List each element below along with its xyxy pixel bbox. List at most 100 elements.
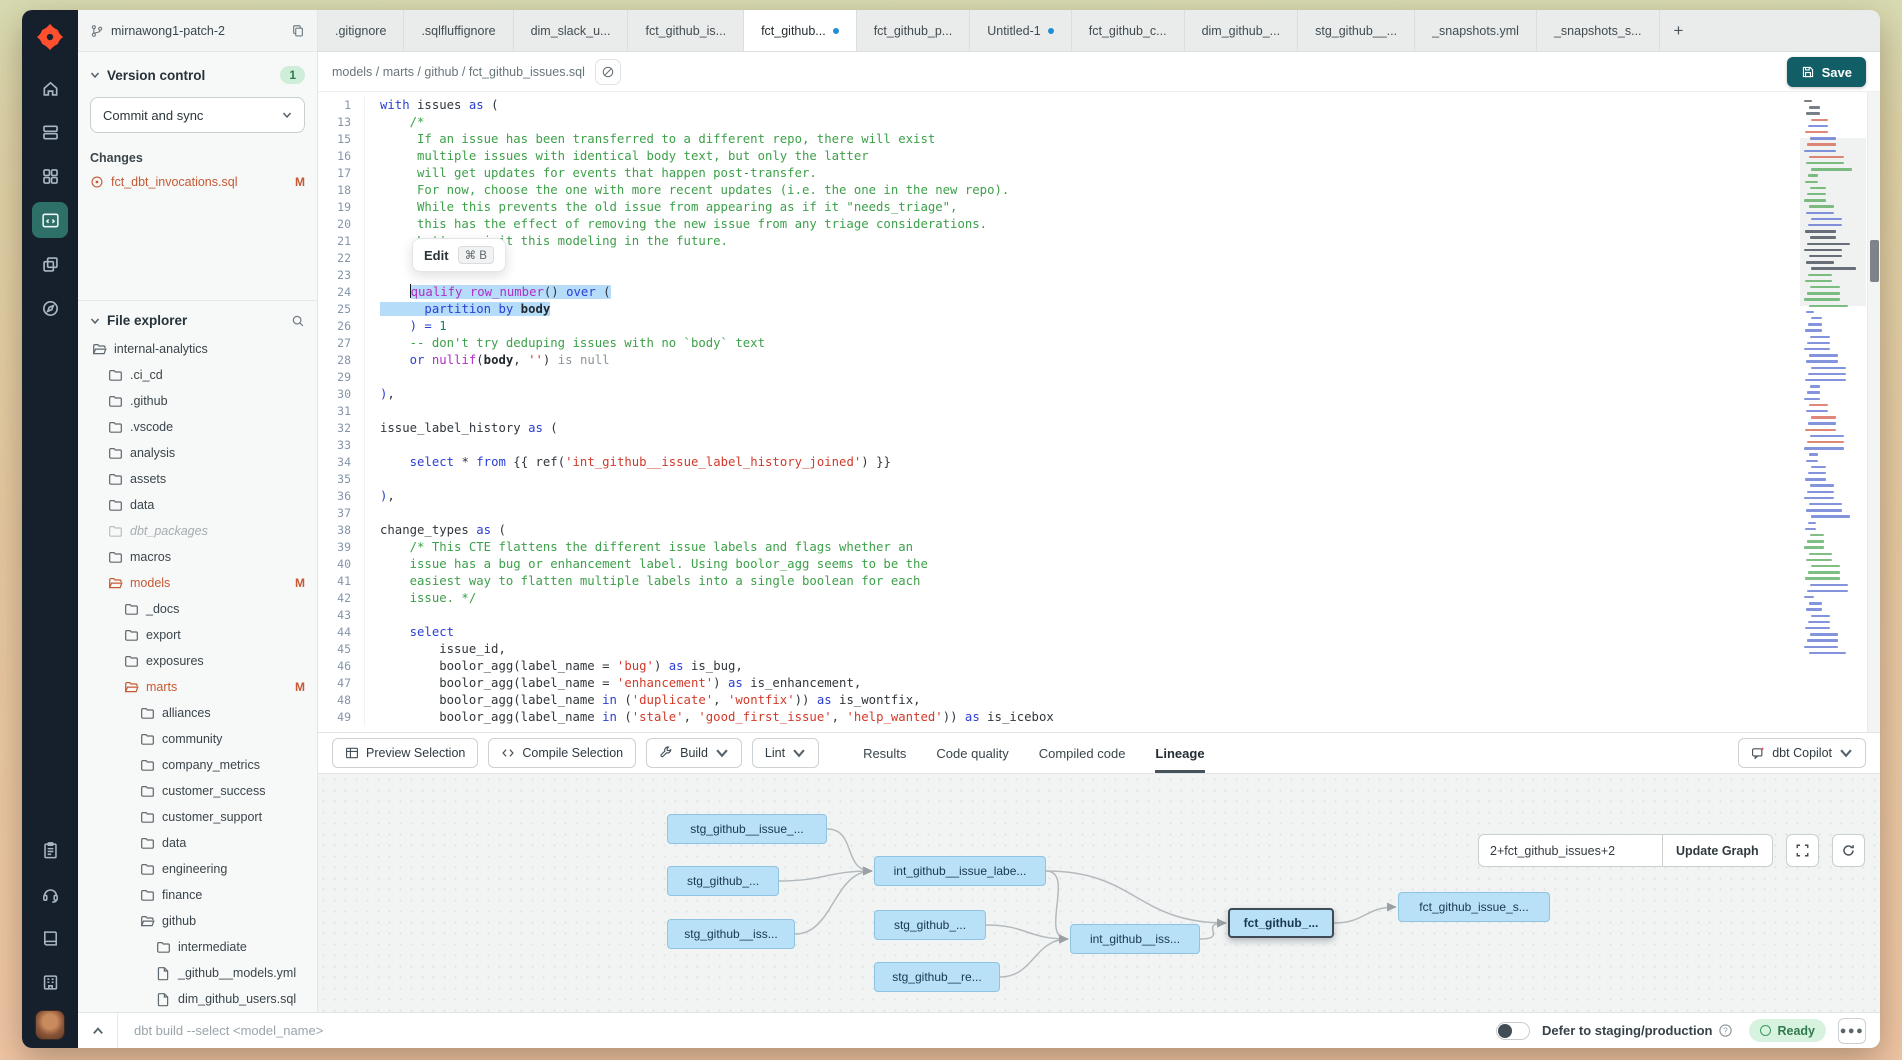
code-line[interactable]: 49 boolor_agg(label_name in ('stale', 'g… — [318, 709, 1788, 726]
file-tree-item[interactable]: community — [90, 726, 305, 752]
code-line[interactable]: 46 boolor_agg(label_name = 'bug') as is_… — [318, 658, 1788, 675]
changed-file-row[interactable]: fct_dbt_invocations.sql M — [90, 175, 305, 189]
code-line[interactable]: 35 — [318, 471, 1788, 488]
projects-icon[interactable] — [32, 246, 68, 282]
editor-tab[interactable]: stg_github__... — [1298, 10, 1415, 51]
code-line[interactable]: 30), — [318, 386, 1788, 403]
file-tree-item[interactable]: exposures — [90, 648, 305, 674]
lineage-node[interactable]: fct_github_... — [1228, 908, 1334, 938]
home-icon[interactable] — [32, 70, 68, 106]
code-line[interactable]: 39 /* This CTE flattens the different is… — [318, 539, 1788, 556]
lineage-node[interactable]: int_github__iss... — [1070, 924, 1200, 954]
editor-tab[interactable]: .sqlfluffignore — [404, 10, 513, 51]
code-line[interactable]: 22 — [318, 250, 1788, 267]
dbt-copilot-button[interactable]: dbt Copilot — [1738, 738, 1866, 768]
lineage-node[interactable]: stg_github__re... — [874, 962, 1000, 992]
code-line[interactable]: 28 or nullif(body, '') is null — [318, 352, 1788, 369]
lineage-node[interactable]: fct_github_issue_s... — [1398, 892, 1550, 922]
editor-tab[interactable]: dim_slack_u... — [514, 10, 629, 51]
defer-toggle[interactable] — [1496, 1022, 1530, 1040]
file-tree-item[interactable]: data — [90, 830, 305, 856]
file-tree-item[interactable]: data — [90, 492, 305, 518]
file-tree-item[interactable]: customer_support — [90, 804, 305, 830]
editor-tab[interactable]: _snapshots.yml — [1415, 10, 1537, 51]
lineage-node[interactable]: stg_github__iss... — [667, 919, 795, 949]
environments-icon[interactable] — [32, 114, 68, 150]
editor-tab[interactable]: _snapshots_s... — [1537, 10, 1660, 51]
fullscreen-button[interactable] — [1786, 834, 1819, 867]
file-tree-item[interactable]: alliances — [90, 700, 305, 726]
minimap[interactable] — [1802, 96, 1864, 728]
more-options-button[interactable]: ●●● — [1838, 1018, 1866, 1044]
editor-tab[interactable]: .gitignore — [318, 10, 404, 51]
file-tree-item[interactable]: .github — [90, 388, 305, 414]
file-tree-item[interactable]: dbt_packages — [90, 518, 305, 544]
code-line[interactable]: 17 will get updates for events that happ… — [318, 165, 1788, 182]
file-tree-item[interactable]: intermediate — [90, 934, 305, 960]
file-tree-item[interactable]: company_metrics — [90, 752, 305, 778]
code-line[interactable]: 40 issue has a bug or enhancement label.… — [318, 556, 1788, 573]
code-line[interactable]: 24 qualify row_number() over ( — [318, 284, 1788, 301]
editor-tab[interactable]: fct_github... — [744, 10, 857, 52]
code-line[interactable]: 37 — [318, 505, 1788, 522]
code-line[interactable]: 19 While this prevents the old issue fro… — [318, 199, 1788, 216]
code-line[interactable]: 45 issue_id, — [318, 641, 1788, 658]
help-icon[interactable]: ? — [1718, 1023, 1733, 1038]
code-editor[interactable]: 1with issues as (13 /*15 If an issue has… — [318, 92, 1880, 732]
docs-book-icon[interactable] — [32, 920, 68, 956]
compile-toggle-icon-button[interactable] — [595, 59, 621, 85]
chevron-down-icon[interactable] — [90, 316, 100, 326]
file-tree-item[interactable]: martsM — [90, 674, 305, 700]
code-line[interactable]: 20 this has the effect of removing the n… — [318, 216, 1788, 233]
code-line[interactable]: 47 boolor_agg(label_name = 'enhancement'… — [318, 675, 1788, 692]
editor-scrollbar[interactable] — [1867, 92, 1880, 732]
code-line[interactable]: 1with issues as ( — [318, 97, 1788, 114]
file-tree-item[interactable]: .vscode — [90, 414, 305, 440]
code-line[interactable]: 15 If an issue has been transferred to a… — [318, 131, 1788, 148]
ide-icon[interactable] — [32, 202, 68, 238]
expand-command-bar-button[interactable] — [78, 1013, 118, 1048]
file-tree-item[interactable]: _docs — [90, 596, 305, 622]
code-line[interactable]: 42 issue. */ — [318, 590, 1788, 607]
editor-tab[interactable]: dim_github_... — [1185, 10, 1299, 51]
file-tree-item[interactable]: assets — [90, 466, 305, 492]
code-line[interactable]: 43 — [318, 607, 1788, 624]
git-branch-row[interactable]: mirnawong1-patch-2 — [78, 10, 317, 52]
code-line[interactable]: 25 partition by body — [318, 301, 1788, 318]
panel-tab-code-quality[interactable]: Code quality — [936, 733, 1008, 773]
code-line[interactable]: 29 — [318, 369, 1788, 386]
file-tree-item[interactable]: _github__models.yml — [90, 960, 305, 986]
code-line[interactable]: 23 — [318, 267, 1788, 284]
preview-selection-button[interactable]: Preview Selection — [332, 738, 478, 768]
file-tree-item[interactable]: .ci_cd — [90, 362, 305, 388]
editor-tab[interactable]: fct_github_p... — [857, 10, 971, 51]
code-line[interactable]: 18 For now, choose the one with more rec… — [318, 182, 1788, 199]
panel-tab-lineage[interactable]: Lineage — [1155, 733, 1204, 773]
lineage-node[interactable]: stg_github_... — [874, 910, 986, 940]
code-line[interactable]: 21 Let's revisit this modeling in the fu… — [318, 233, 1788, 250]
lineage-node[interactable]: stg_github_... — [667, 866, 779, 896]
lineage-node[interactable]: stg_github__issue_... — [667, 814, 827, 844]
add-tab-button[interactable]: + — [1660, 10, 1698, 51]
support-headset-icon[interactable] — [32, 876, 68, 912]
code-line[interactable]: 48 boolor_agg(label_name in ('duplicate'… — [318, 692, 1788, 709]
explore-compass-icon[interactable] — [32, 290, 68, 326]
edit-popup[interactable]: Edit ⌘ B — [412, 238, 506, 272]
panel-tab-results[interactable]: Results — [863, 733, 906, 773]
lineage-selector-input[interactable] — [1478, 834, 1662, 867]
file-tree-item[interactable]: internal-analytics — [90, 336, 305, 362]
code-line[interactable]: 27 -- don't try deduping issues with no … — [318, 335, 1788, 352]
code-line[interactable]: 33 — [318, 437, 1788, 454]
apps-grid-icon[interactable] — [32, 158, 68, 194]
commit-and-sync-button[interactable]: Commit and sync — [90, 97, 305, 133]
update-graph-button[interactable]: Update Graph — [1662, 834, 1773, 867]
code-line[interactable]: 16 multiple issues with identical body t… — [318, 148, 1788, 165]
code-line[interactable]: 36), — [318, 488, 1788, 505]
org-building-icon[interactable] — [32, 964, 68, 1000]
file-tree-item[interactable]: modelsM — [90, 570, 305, 596]
refresh-button[interactable] — [1832, 834, 1865, 867]
chevron-down-icon[interactable] — [90, 70, 100, 80]
code-line[interactable]: 31 — [318, 403, 1788, 420]
code-line[interactable]: 44 select — [318, 624, 1788, 641]
editor-tab[interactable]: fct_github_c... — [1072, 10, 1185, 51]
